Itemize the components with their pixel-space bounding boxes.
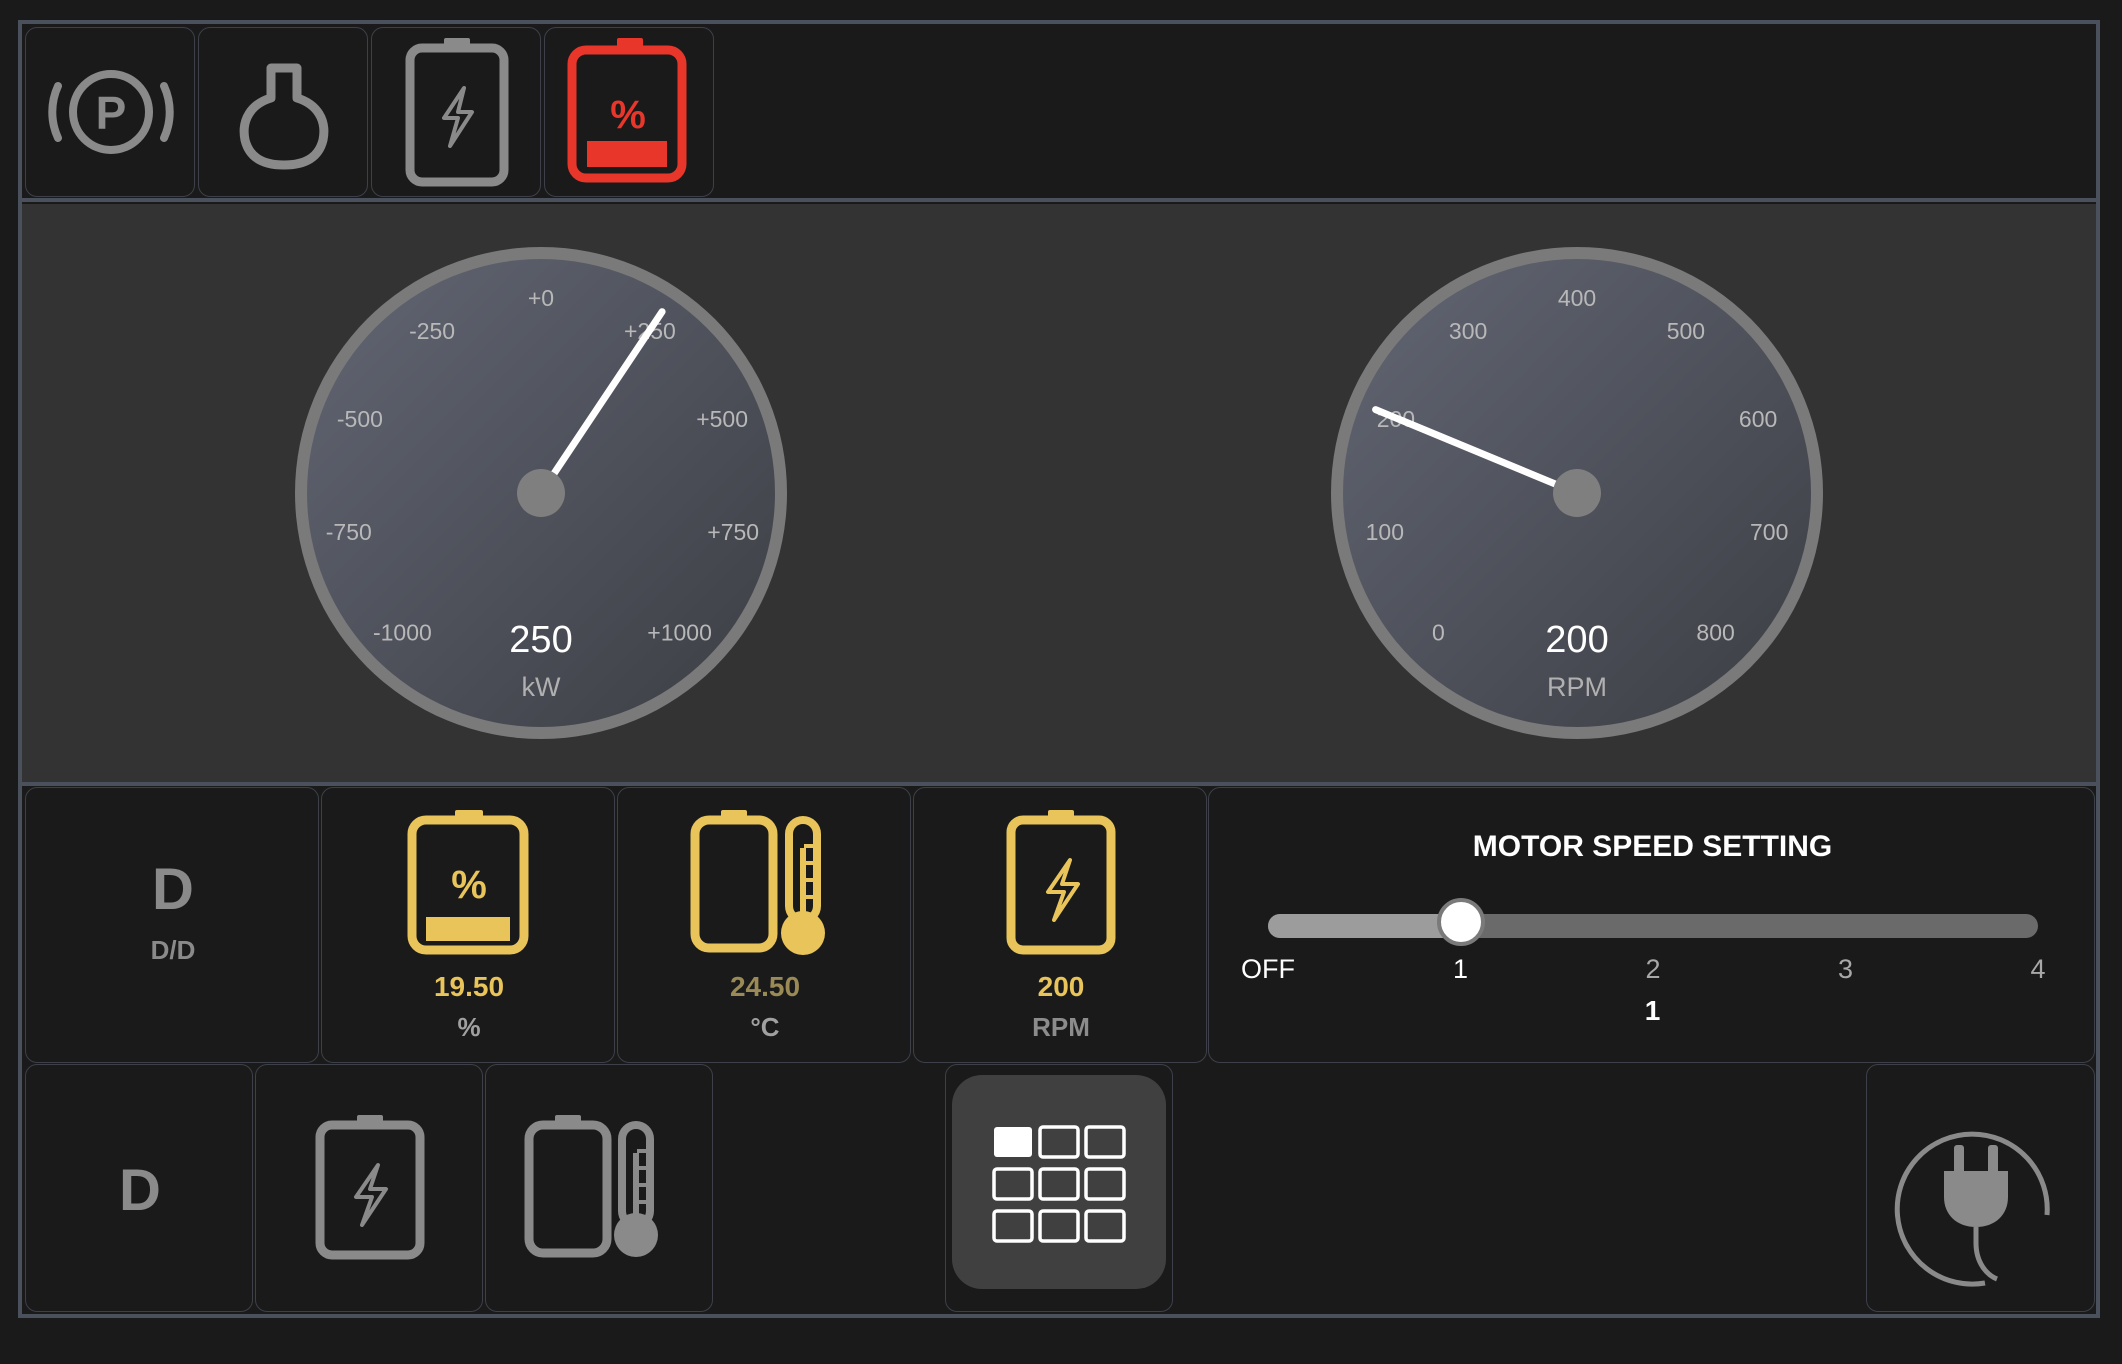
motor-speed-panel: MOTOR SPEED SETTING OFF 1 2 3 4 1 <box>1208 787 2095 1063</box>
parking-brake-icon: P <box>48 70 174 154</box>
battery-charge-tile[interactable] <box>371 27 541 197</box>
engine-bulb-icon <box>239 63 329 170</box>
slider-tick-label[interactable]: 3 <box>1806 954 1886 985</box>
drive-letter: D <box>119 1158 161 1223</box>
motor-speed-slider[interactable] <box>1268 898 2038 946</box>
motor-rpm-tile[interactable]: 200 RPM <box>913 787 1207 1063</box>
grid-menu-button[interactable] <box>952 1075 1166 1289</box>
svg-text:%: % <box>451 863 487 907</box>
plug-tile[interactable] <box>1866 1064 2095 1312</box>
battery-temp-unit: °C <box>750 1012 780 1042</box>
slider-tick-label[interactable]: OFF <box>1228 954 1308 985</box>
battery-soc-unit: % <box>457 1012 481 1042</box>
battery-alert-tile[interactable]: % <box>544 27 714 197</box>
gauge-panel <box>22 204 2096 782</box>
motor-rpm-unit: RPM <box>1032 1012 1090 1042</box>
engine-tile[interactable] <box>198 27 368 197</box>
battery-soc-value: 19.50 <box>433 971 505 1002</box>
divider <box>18 198 2100 202</box>
battery-soc-tile[interactable]: % 19.50 % <box>321 787 615 1063</box>
battery-percent-icon: % <box>567 38 687 183</box>
battery-temp-tile[interactable]: 24.50 °C <box>617 787 911 1063</box>
battery-temp-value: 24.50 <box>729 971 801 1002</box>
battery-temperature-icon <box>690 810 825 955</box>
battery-charge-tile[interactable] <box>255 1064 483 1312</box>
motor-speed-title: MOTOR SPEED SETTING <box>1472 830 1833 863</box>
grid-menu-icon <box>992 1125 1126 1243</box>
battery-temperature-icon <box>524 1115 658 1258</box>
slider-tick-label[interactable]: 4 <box>1998 954 2078 985</box>
drive-mode-sub: D/D <box>150 935 196 965</box>
motor-speed-current: 1 <box>1644 995 1661 1026</box>
battery-charge-icon <box>1006 810 1116 955</box>
battery-percent-icon: % <box>407 810 529 955</box>
battery-charge-icon <box>405 38 509 187</box>
battery-charge-icon <box>315 1115 425 1260</box>
drive-mode-letter: D <box>152 857 194 922</box>
battery-temp-tile[interactable] <box>485 1064 713 1312</box>
drive-mode-tile[interactable]: D D/D <box>25 787 319 1063</box>
divider <box>18 782 2100 786</box>
svg-text:%: % <box>610 93 646 137</box>
slider-tick-label[interactable]: 2 <box>1613 954 1693 985</box>
svg-text:P: P <box>96 87 127 139</box>
plug-icon <box>1894 1131 2050 1287</box>
slider-tick-label[interactable]: 1 <box>1421 954 1501 985</box>
parking-brake-tile[interactable]: P <box>25 27 195 197</box>
slider-fill <box>1268 914 1461 938</box>
menu-tile[interactable] <box>945 1064 1173 1312</box>
drive-tile[interactable]: D <box>25 1064 253 1312</box>
slider-thumb[interactable] <box>1436 898 1485 946</box>
motor-rpm-value: 200 <box>1037 971 1085 1002</box>
